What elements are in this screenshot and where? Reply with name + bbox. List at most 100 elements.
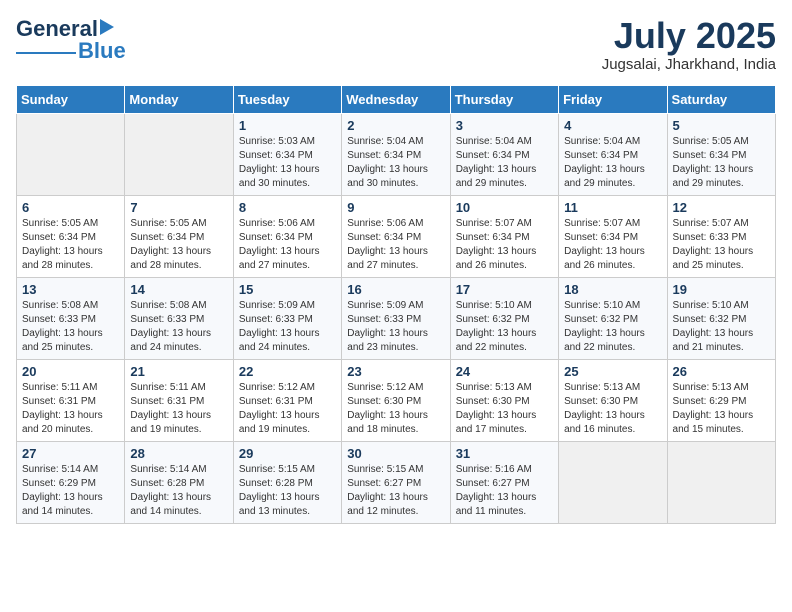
day-number: 30 — [347, 446, 444, 461]
day-info: Sunrise: 5:05 AMSunset: 6:34 PMDaylight:… — [130, 217, 227, 273]
day-info-line: Sunset: 6:33 PM — [130, 313, 227, 327]
day-info: Sunrise: 5:07 AMSunset: 6:34 PMDaylight:… — [564, 217, 661, 273]
day-info-line: Sunset: 6:30 PM — [456, 395, 553, 409]
day-info-line: Sunset: 6:34 PM — [673, 149, 770, 163]
logo-arrow-icon — [100, 19, 114, 35]
day-info-line: Sunset: 6:33 PM — [22, 313, 119, 327]
day-info: Sunrise: 5:09 AMSunset: 6:33 PMDaylight:… — [347, 299, 444, 355]
day-info-line: Daylight: 13 hours and 22 minutes. — [456, 327, 553, 355]
calendar-cell: 30Sunrise: 5:15 AMSunset: 6:27 PMDayligh… — [342, 441, 450, 523]
day-info-line: Sunrise: 5:04 AM — [456, 135, 553, 149]
day-info-line: Daylight: 13 hours and 13 minutes. — [239, 491, 336, 519]
day-number: 23 — [347, 364, 444, 379]
day-info-line: Sunrise: 5:12 AM — [239, 381, 336, 395]
day-info-line: Daylight: 13 hours and 29 minutes. — [564, 163, 661, 191]
day-info-line: Sunrise: 5:05 AM — [22, 217, 119, 231]
calendar-cell: 12Sunrise: 5:07 AMSunset: 6:33 PMDayligh… — [667, 195, 775, 277]
day-info-line: Sunrise: 5:15 AM — [239, 463, 336, 477]
day-info: Sunrise: 5:10 AMSunset: 6:32 PMDaylight:… — [564, 299, 661, 355]
day-info-line: Sunrise: 5:09 AM — [347, 299, 444, 313]
day-info-line: Daylight: 13 hours and 24 minutes. — [239, 327, 336, 355]
day-number: 15 — [239, 282, 336, 297]
day-header-tuesday: Tuesday — [233, 85, 341, 113]
day-info-line: Sunrise: 5:10 AM — [673, 299, 770, 313]
calendar-cell: 15 Sunrise: 5:09 AMSunset: 6:33 PMDayligh… — [233, 277, 341, 359]
day-number: 6 — [22, 200, 119, 215]
day-number: 29 — [239, 446, 336, 461]
calendar-cell: 1Sunrise: 5:03 AMSunset: 6:34 PMDaylight… — [233, 113, 341, 195]
calendar-cell: 20Sunrise: 5:11 AMSunset: 6:31 PMDayligh… — [17, 359, 125, 441]
calendar-cell: 19Sunrise: 5:10 AMSunset: 6:32 PMDayligh… — [667, 277, 775, 359]
day-info: Sunrise: 5:08 AMSunset: 6:33 PMDaylight:… — [130, 299, 227, 355]
day-info-line: Daylight: 13 hours and 29 minutes. — [673, 163, 770, 191]
day-info-line: Sunset: 6:33 PM — [673, 231, 770, 245]
day-info: Sunrise: 5:06 AMSunset: 6:34 PMDaylight:… — [347, 217, 444, 273]
day-info-line: Sunrise: 5:05 AM — [130, 217, 227, 231]
day-info: Sunrise: 5:11 AMSunset: 6:31 PMDaylight:… — [130, 381, 227, 437]
day-header-monday: Monday — [125, 85, 233, 113]
day-number: 28 — [130, 446, 227, 461]
day-info-line: Sunrise: 5:04 AM — [347, 135, 444, 149]
calendar-cell: 11Sunrise: 5:07 AMSunset: 6:34 PMDayligh… — [559, 195, 667, 277]
calendar-cell: 3 Sunrise: 5:04 AMSunset: 6:34 PMDaylight… — [450, 113, 558, 195]
day-number: 3 — [456, 118, 553, 133]
day-info-line: Sunrise: 5:13 AM — [564, 381, 661, 395]
day-info-line: Daylight: 13 hours and 11 minutes. — [456, 491, 553, 519]
calendar-cell: 13Sunrise: 5:08 AMSunset: 6:33 PMDayligh… — [17, 277, 125, 359]
day-info: Sunrise: 5:04 AMSunset: 6:34 PMDaylight:… — [347, 135, 444, 191]
day-info-line: Sunset: 6:32 PM — [673, 313, 770, 327]
day-number: 26 — [673, 364, 770, 379]
day-header-friday: Friday — [559, 85, 667, 113]
logo: General Blue — [16, 16, 126, 64]
day-info-line: Daylight: 13 hours and 23 minutes. — [347, 327, 444, 355]
day-number: 22 — [239, 364, 336, 379]
day-info: Sunrise: 5:04 AMSunset: 6:34 PMDaylight:… — [564, 135, 661, 191]
calendar-cell — [559, 441, 667, 523]
day-info-line: Daylight: 13 hours and 27 minutes. — [239, 245, 336, 273]
day-number: 20 — [22, 364, 119, 379]
calendar-cell: 25Sunrise: 5:13 AMSunset: 6:30 PMDayligh… — [559, 359, 667, 441]
day-header-saturday: Saturday — [667, 85, 775, 113]
page-header: General Blue July 2025 Jugsalai, Jharkha… — [16, 16, 776, 73]
day-number: 8 — [239, 200, 336, 215]
day-info: Sunrise: 5:14 AMSunset: 6:29 PMDaylight:… — [22, 463, 119, 519]
day-info-line: Daylight: 13 hours and 25 minutes. — [22, 327, 119, 355]
day-info-line: Sunset: 6:31 PM — [239, 395, 336, 409]
day-number: 31 — [456, 446, 553, 461]
day-info-line: Sunset: 6:34 PM — [130, 231, 227, 245]
day-number: 10 — [456, 200, 553, 215]
day-info: Sunrise: 5:13 AMSunset: 6:29 PMDaylight:… — [673, 381, 770, 437]
day-number: 27 — [22, 446, 119, 461]
day-info: Sunrise: 5:07 AMSunset: 6:34 PMDaylight:… — [456, 217, 553, 273]
calendar-cell: 27 Sunrise: 5:14 AMSunset: 6:29 PMDayligh… — [17, 441, 125, 523]
day-info: Sunrise: 5:09 AMSunset: 6:33 PMDaylight:… — [239, 299, 336, 355]
day-info: Sunrise: 5:16 AMSunset: 6:27 PMDaylight:… — [456, 463, 553, 519]
day-info-line: Daylight: 13 hours and 21 minutes. — [673, 327, 770, 355]
calendar-cell: 23Sunrise: 5:12 AMSunset: 6:30 PMDayligh… — [342, 359, 450, 441]
calendar-cell — [17, 113, 125, 195]
calendar-cell: 14Sunrise: 5:08 AMSunset: 6:33 PMDayligh… — [125, 277, 233, 359]
day-number: 5 — [673, 118, 770, 133]
day-info: Sunrise: 5:04 AMSunset: 6:34 PMDaylight:… — [456, 135, 553, 191]
day-header-thursday: Thursday — [450, 85, 558, 113]
day-info-line: Sunset: 6:28 PM — [130, 477, 227, 491]
day-info-line: Sunrise: 5:07 AM — [456, 217, 553, 231]
day-info: Sunrise: 5:13 AMSunset: 6:30 PMDaylight:… — [564, 381, 661, 437]
day-info-line: Sunrise: 5:15 AM — [347, 463, 444, 477]
calendar-cell: 7Sunrise: 5:05 AMSunset: 6:34 PMDaylight… — [125, 195, 233, 277]
calendar-cell — [125, 113, 233, 195]
day-info-line: Sunrise: 5:11 AM — [22, 381, 119, 395]
calendar-cell: 31 Sunrise: 5:16 AMSunset: 6:27 PMDayligh… — [450, 441, 558, 523]
day-info-line: Sunset: 6:29 PM — [673, 395, 770, 409]
calendar-cell: 28Sunrise: 5:14 AMSunset: 6:28 PMDayligh… — [125, 441, 233, 523]
calendar-cell: 10 Sunrise: 5:07 AMSunset: 6:34 PMDayligh… — [450, 195, 558, 277]
calendar-cell: 24Sunrise: 5:13 AMSunset: 6:30 PMDayligh… — [450, 359, 558, 441]
day-info-line: Sunset: 6:32 PM — [456, 313, 553, 327]
day-info-line: Sunset: 6:28 PM — [239, 477, 336, 491]
calendar-cell: 6Sunrise: 5:05 AMSunset: 6:34 PMDaylight… — [17, 195, 125, 277]
day-number: 13 — [22, 282, 119, 297]
day-info-line: Sunset: 6:33 PM — [347, 313, 444, 327]
day-info-line: Daylight: 13 hours and 28 minutes. — [22, 245, 119, 273]
day-info-line: Sunset: 6:27 PM — [347, 477, 444, 491]
day-info-line: Sunrise: 5:12 AM — [347, 381, 444, 395]
